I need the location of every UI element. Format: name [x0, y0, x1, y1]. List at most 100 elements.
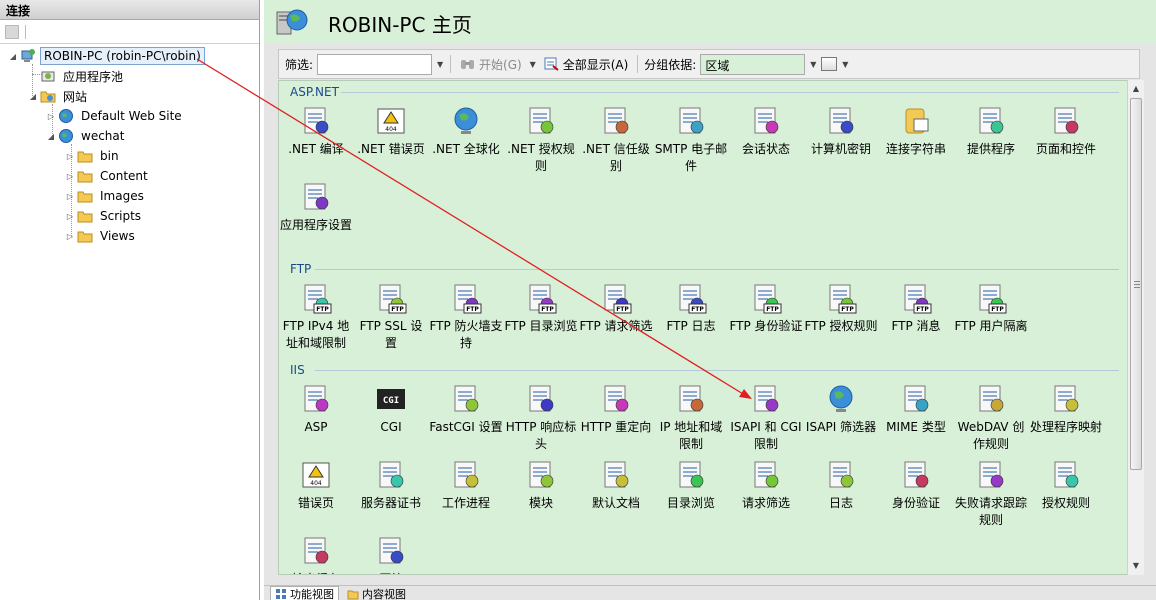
tree-node-app-pools[interactable]: 应用程序池 [38, 66, 126, 86]
group-header[interactable]: IIS [290, 363, 305, 377]
tree-node-wechat[interactable]: ◢ wechat [46, 126, 127, 146]
group-by-dropdown-icon[interactable]: ▼ [809, 60, 817, 69]
expanded-arrow-icon[interactable]: ◢ [28, 92, 38, 101]
feature-item[interactable]: IP 地址和域限制 [654, 383, 728, 453]
vertical-scrollbar[interactable]: ▲ ▼ [1127, 80, 1144, 575]
grip-line [1134, 287, 1140, 288]
net-globalization-icon [454, 107, 478, 134]
feature-item[interactable]: 默认文档 [579, 459, 653, 512]
feature-item[interactable]: .NET 全球化 [429, 105, 503, 158]
view-mode-dropdown-icon[interactable]: ▼ [841, 60, 849, 69]
tree-node-server[interactable]: ◢ ROBIN-PC (robin-PC\robin) [8, 46, 205, 66]
tree-node-folder-scripts[interactable]: ▷ Scripts [65, 206, 144, 226]
tree-node-folder-bin[interactable]: ▷ bin [65, 146, 122, 166]
feature-item[interactable]: 输出缓存 [279, 535, 353, 574]
feature-item[interactable]: FTP FTP 授权规则 [804, 282, 878, 335]
start-dropdown-icon[interactable]: ▼ [529, 60, 537, 69]
feature-item[interactable]: FTP FTP 防火墙支持 [429, 282, 503, 352]
feature-item[interactable]: FTP FTP 身份验证 [729, 282, 803, 335]
tree-node-label: Scripts [100, 209, 142, 223]
feature-item[interactable]: .NET 编译 [279, 105, 353, 158]
feature-item[interactable]: FTP FTP 用户隔离 [954, 282, 1028, 335]
net-authorization-icon [529, 107, 554, 134]
collapsed-arrow-icon[interactable]: ▷ [46, 112, 56, 121]
feature-item[interactable]: 失败请求跟踪规则 [954, 459, 1028, 529]
view-mode-icon[interactable] [821, 57, 838, 71]
feature-item[interactable]: FastCGI 设置 [429, 383, 503, 436]
feature-item[interactable]: .NET 信任级别 [579, 105, 653, 175]
feature-item[interactable]: 计算机密钥 [804, 105, 878, 158]
feature-item[interactable]: 工作进程 [429, 459, 503, 512]
svg-text:FTP: FTP [916, 306, 929, 313]
feature-item[interactable]: 提供程序 [954, 105, 1028, 158]
collapsed-arrow-icon[interactable]: ▷ [65, 212, 75, 221]
feature-item[interactable]: .NET 授权规则 [504, 105, 578, 175]
feature-item[interactable]: 404 错误页 [279, 459, 353, 512]
feature-item[interactable]: ISAPI 筛选器 [804, 383, 878, 436]
feature-item[interactable]: FTP FTP SSL 设置 [354, 282, 428, 352]
filter-dropdown-icon[interactable]: ▼ [436, 60, 444, 69]
collapsed-arrow-icon[interactable]: ▷ [65, 172, 75, 181]
show-all-label: 全部显示(A) [562, 57, 629, 72]
feature-item[interactable]: MIME 类型 [879, 383, 953, 436]
collapsed-arrow-icon[interactable]: ▷ [65, 152, 75, 161]
start-filter-button[interactable]: 开始(G) [457, 56, 525, 73]
feature-item[interactable]: 身份验证 [879, 459, 953, 512]
tree-node-sites[interactable]: ◢ 网站 [28, 86, 90, 106]
feature-item[interactable]: 404 .NET 错误页 [354, 105, 428, 158]
machine-key-icon [829, 107, 854, 134]
feature-item[interactable]: CGI CGI [354, 383, 428, 436]
scroll-down-icon[interactable]: ▼ [1128, 558, 1144, 574]
grip-line [1134, 281, 1140, 282]
feature-item[interactable]: SMTP 电子邮件 [654, 105, 728, 175]
feature-item[interactable]: 日志 [804, 459, 878, 512]
tree-node-folder-content[interactable]: ▷ Content [65, 166, 151, 186]
tree-node-default-web-site[interactable]: ▷ Default Web Site [46, 106, 185, 126]
feature-item[interactable]: 压缩 [354, 535, 428, 574]
tab-content-view[interactable]: 内容视图 [343, 586, 410, 600]
net-error-page-icon: 404 [377, 108, 405, 134]
ftp-messages-icon: FTP [904, 284, 932, 314]
tab-features-view[interactable]: 功能视图 [270, 586, 339, 600]
feature-item[interactable]: 页面和控件 [1029, 105, 1103, 158]
feature-item[interactable]: 模块 [504, 459, 578, 512]
feature-item[interactable]: ISAPI 和 CGI 限制 [729, 383, 803, 453]
feature-item[interactable]: 目录浏览 [654, 459, 728, 512]
feature-item[interactable]: 服务器证书 [354, 459, 428, 512]
scroll-up-icon[interactable]: ▲ [1128, 81, 1144, 97]
feature-item[interactable]: FTP FTP 日志 [654, 282, 728, 335]
connections-header: 连接 [0, 0, 259, 20]
feature-item[interactable]: FTP FTP 消息 [879, 282, 953, 335]
feature-label: ISAPI 筛选器 [805, 420, 877, 434]
feature-item[interactable]: 处理程序映射 [1029, 383, 1103, 436]
expanded-arrow-icon[interactable]: ◢ [8, 52, 18, 61]
feature-item[interactable]: FTP FTP 目录浏览 [504, 282, 578, 335]
feature-item[interactable]: 请求筛选 [729, 459, 803, 512]
group-header[interactable]: ASP.NET [290, 85, 339, 99]
tree-node-folder-views[interactable]: ▷ Views [65, 226, 138, 246]
group-header[interactable]: FTP [290, 262, 311, 276]
feature-item[interactable]: WebDAV 创作规则 [954, 383, 1028, 453]
feature-item[interactable]: 连接字符串 [879, 105, 953, 158]
connect-icon[interactable] [5, 24, 19, 39]
collapsed-arrow-icon[interactable]: ▷ [65, 232, 75, 241]
feature-item[interactable]: HTTP 响应标头 [504, 383, 578, 453]
main-pane: ROBIN-PC 主页 筛选: ▼ 开始(G) ▼ 全部显示(A) 分组依据: … [264, 0, 1156, 600]
filter-input[interactable] [317, 53, 433, 75]
feature-item[interactable]: 会话状态 [729, 105, 803, 158]
feature-item[interactable]: FTP FTP IPv4 地址和域限制 [279, 282, 353, 352]
tree-node-folder-images[interactable]: ▷ Images [65, 186, 147, 206]
feature-item[interactable]: HTTP 重定向 [579, 383, 653, 436]
feature-label: FTP 授权规则 [804, 319, 878, 333]
collapsed-arrow-icon[interactable]: ▷ [65, 192, 75, 201]
feature-item[interactable]: FTP FTP 请求筛选 [579, 282, 653, 335]
show-all-button[interactable]: 全部显示(A) [541, 56, 632, 73]
scroll-thumb[interactable] [1130, 98, 1142, 470]
sites-folder-icon [40, 91, 56, 103]
expanded-arrow-icon[interactable]: ◢ [46, 132, 56, 141]
group-by-select[interactable]: 区域 [700, 53, 806, 75]
feature-item[interactable]: 授权规则 [1029, 459, 1103, 512]
feature-item[interactable]: ASP [279, 383, 353, 436]
svg-text:404: 404 [310, 480, 322, 487]
feature-item[interactable]: 应用程序设置 [279, 181, 353, 234]
